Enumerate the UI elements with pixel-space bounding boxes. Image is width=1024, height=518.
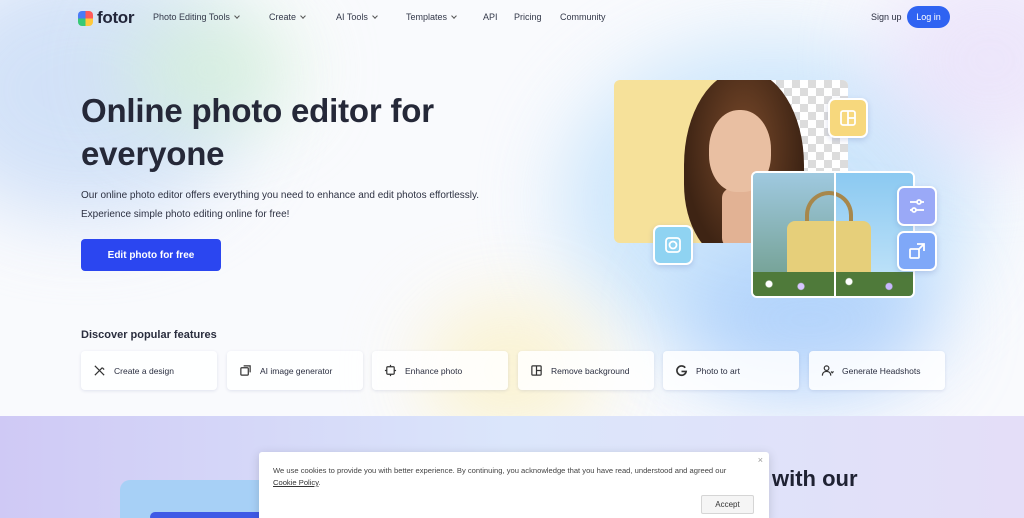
feature-label: AI image generator (260, 365, 333, 376)
hero-desc-line-2: Experience simple photo editing online f… (81, 209, 290, 220)
edit-photo-button[interactable]: Edit photo for free (81, 239, 221, 271)
close-icon[interactable]: × (758, 455, 763, 465)
cookie-message: We use cookies to provide you with bette… (273, 466, 727, 487)
enhance-lens-icon (653, 225, 693, 265)
feature-generate-headshots[interactable]: Generate Headshots (809, 351, 945, 390)
chevron-down-icon (451, 12, 457, 19)
compare-divider (834, 173, 836, 296)
resize-icon (897, 231, 937, 271)
section-title-fragment: with our (772, 466, 858, 491)
nav-photo-editing-tools[interactable]: Photo Editing Tools (153, 12, 240, 22)
panel-layout-icon (828, 98, 868, 138)
feature-label: Generate Headshots (842, 365, 921, 376)
logo-mark-icon (78, 10, 93, 26)
feature-label: Create a design (114, 365, 175, 376)
feature-enhance-photo[interactable]: Enhance photo (372, 351, 508, 390)
design-icon (94, 365, 105, 376)
feature-label: Photo to art (696, 365, 740, 376)
hero-desc-line-1: Our online photo editor offers everythin… (81, 190, 480, 201)
enhance-icon (384, 364, 397, 377)
headshot-icon (821, 365, 834, 376)
login-button[interactable]: Log in (907, 6, 950, 28)
chevron-down-icon (234, 12, 240, 19)
feature-create-design[interactable]: Create a design (81, 351, 217, 390)
signup-link[interactable]: Sign up (871, 12, 902, 22)
hero-title: Online photo editor for everyone (81, 92, 434, 172)
fotor-logo[interactable]: fotor (78, 8, 135, 28)
hero-bag-image (751, 171, 915, 298)
nav-pricing[interactable]: Pricing (514, 12, 542, 22)
nav-ai-tools[interactable]: AI Tools (336, 12, 378, 22)
chevron-down-icon (372, 12, 378, 19)
hero-description: Our online photo editor offers everythin… (81, 186, 561, 224)
cookie-policy-link[interactable]: Cookie Policy (273, 478, 318, 487)
accept-cookies-button[interactable]: Accept (701, 495, 754, 514)
feature-ai-image-generator[interactable]: AI image generator (227, 351, 363, 390)
feature-label: Enhance photo (405, 365, 463, 376)
features-title: Discover popular features (81, 329, 217, 341)
feature-photo-to-art[interactable]: Photo to art (663, 351, 799, 390)
sliders-icon (897, 186, 937, 226)
chevron-down-icon (300, 12, 306, 19)
nav-templates[interactable]: Templates (406, 12, 457, 22)
photo-art-icon (676, 365, 688, 377)
feature-label: Remove background (551, 365, 630, 376)
nav-create[interactable]: Create (269, 12, 306, 22)
top-navigation: fotor Photo Editing Tools Create AI Tool… (0, 0, 1024, 36)
remove-bg-icon (531, 365, 542, 376)
cookie-banner: We use cookies to provide you with bette… (259, 452, 769, 518)
logo-text: fotor (97, 8, 135, 27)
feature-remove-background[interactable]: Remove background (518, 351, 654, 390)
preview-button (150, 512, 270, 518)
nav-community[interactable]: Community (560, 12, 606, 22)
ai-image-icon (240, 365, 251, 376)
nav-api[interactable]: API (483, 12, 498, 22)
